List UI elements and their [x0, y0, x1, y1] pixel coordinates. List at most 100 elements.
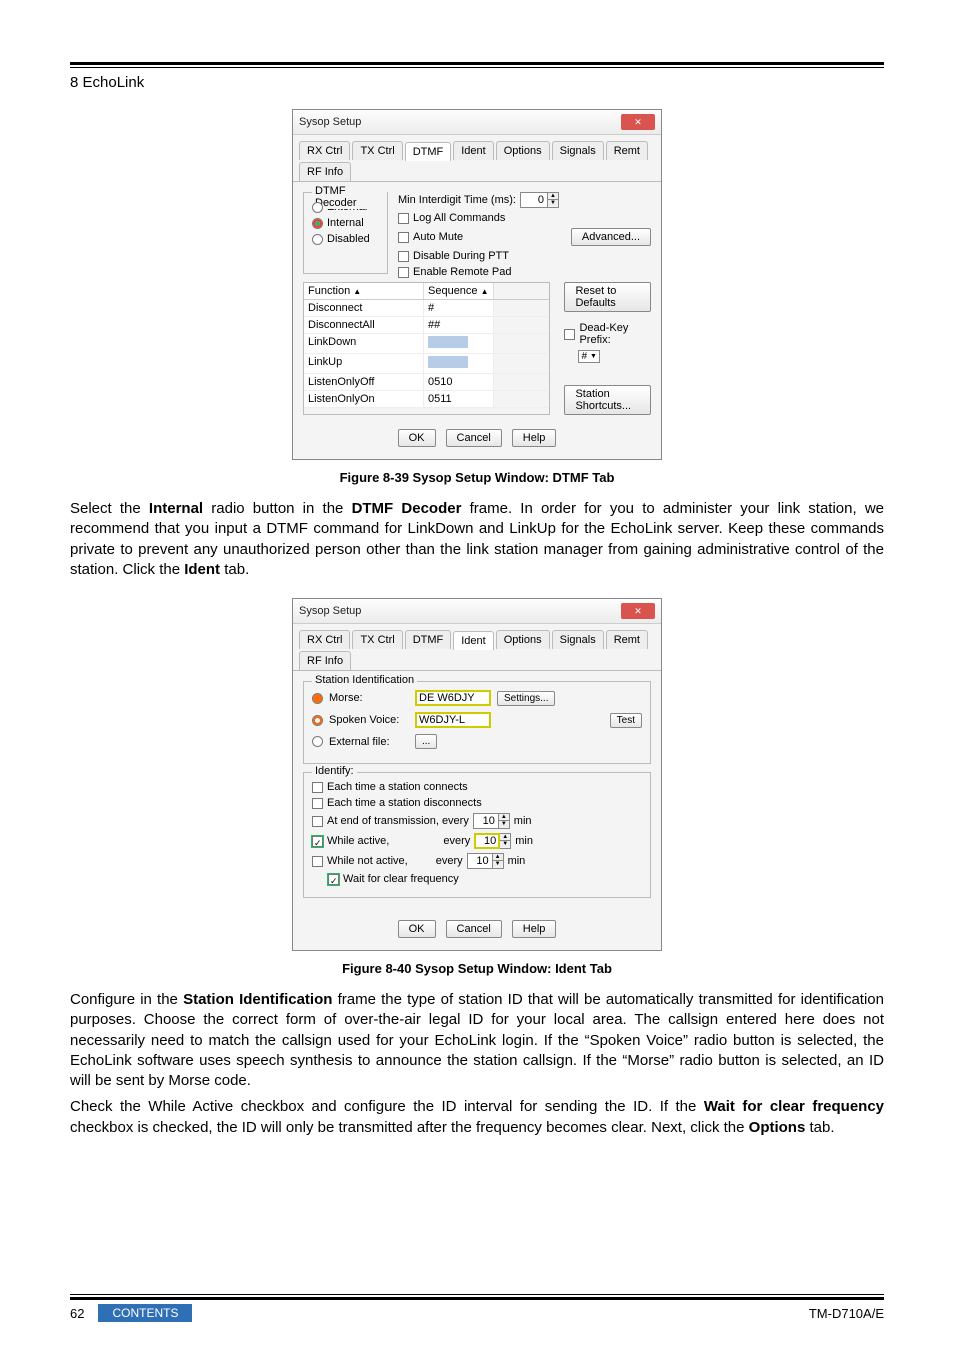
- spoken-label: Spoken Voice:: [329, 714, 409, 726]
- tab-rxctrl[interactable]: RX Ctrl: [299, 141, 350, 160]
- auto-mute-label: Auto Mute: [413, 231, 463, 243]
- check-enable-pad[interactable]: [398, 267, 409, 278]
- page-number: 62: [70, 1306, 84, 1321]
- every-label: every: [436, 855, 463, 867]
- table-row[interactable]: LinkUp: [304, 354, 424, 373]
- tab-dtmf[interactable]: DTMF: [405, 630, 452, 649]
- close-icon[interactable]: ✕: [621, 114, 655, 130]
- at-end-label: At end of transmission, every: [327, 815, 469, 827]
- contents-link[interactable]: CONTENTS: [98, 1304, 192, 1322]
- morse-input[interactable]: DE W6DJY: [415, 690, 491, 706]
- sysop-setup-dialog-dtmf: Sysop Setup ✕ RX Ctrl TX Ctrl DTMF Ident…: [292, 109, 662, 460]
- help-button[interactable]: Help: [512, 920, 557, 938]
- check-log-all[interactable]: [398, 213, 409, 224]
- external-file-label: External file:: [329, 736, 409, 748]
- tab-ident[interactable]: Ident: [453, 631, 493, 650]
- tab-rxctrl[interactable]: RX Ctrl: [299, 630, 350, 649]
- disable-ptt-label: Disable During PTT: [413, 250, 509, 262]
- table-row[interactable]: LinkDown: [304, 334, 424, 353]
- test-button[interactable]: Test: [610, 713, 642, 728]
- tab-signals[interactable]: Signals: [552, 630, 604, 649]
- check-while-active[interactable]: [312, 836, 323, 847]
- check-while-not-active[interactable]: [312, 856, 323, 867]
- tabs-row-2: RX Ctrl TX Ctrl DTMF Ident Options Signa…: [293, 624, 661, 671]
- min-label: min: [508, 855, 526, 867]
- check-deadkey[interactable]: [564, 329, 575, 340]
- while-not-active-label: While not active,: [327, 855, 408, 867]
- station-shortcuts-button[interactable]: Station Shortcuts...: [564, 385, 651, 415]
- tab-options[interactable]: Options: [496, 141, 550, 160]
- dtmf-function-table[interactable]: Function ▲ Sequence ▲ Disconnect# Discon…: [303, 282, 550, 415]
- check-disable-ptt[interactable]: [398, 251, 409, 262]
- dtmf-decoder-frame-label: DTMF Decoder: [312, 185, 387, 209]
- ok-button[interactable]: OK: [398, 429, 436, 447]
- close-icon[interactable]: ✕: [621, 603, 655, 619]
- while-not-spinner[interactable]: 10: [467, 853, 493, 869]
- advanced-button[interactable]: Advanced...: [571, 228, 651, 246]
- spinner-arrows-icon[interactable]: ▲▼: [493, 853, 504, 869]
- dialog-title-2: Sysop Setup: [299, 605, 361, 617]
- deadkey-label: Dead-Key Prefix:: [579, 322, 651, 346]
- settings-button[interactable]: Settings...: [497, 691, 555, 706]
- section-heading: 8 EchoLink: [70, 74, 884, 91]
- check-auto-mute[interactable]: [398, 232, 409, 243]
- paragraph-3: Check the While Active checkbox and conf…: [70, 1097, 884, 1138]
- tab-rfinfo[interactable]: RF Info: [299, 651, 351, 670]
- check-at-end[interactable]: [312, 816, 323, 827]
- wait-label: Wait for clear frequency: [343, 873, 459, 885]
- deadkey-select[interactable]: #▼: [578, 350, 600, 363]
- col-function[interactable]: Function ▲: [304, 283, 424, 299]
- min-interdigit-label: Min Interdigit Time (ms):: [398, 194, 516, 206]
- help-button[interactable]: Help: [512, 429, 557, 447]
- tab-signals[interactable]: Signals: [552, 141, 604, 160]
- tabs-row: RX Ctrl TX Ctrl DTMF Ident Options Signa…: [293, 135, 661, 182]
- tab-ident[interactable]: Ident: [453, 141, 493, 160]
- paragraph-1: Select the Internal radio button in the …: [70, 499, 884, 580]
- cancel-button[interactable]: Cancel: [446, 429, 502, 447]
- reset-defaults-button[interactable]: Reset to Defaults: [564, 282, 651, 312]
- table-row[interactable]: DisconnectAll: [304, 317, 424, 333]
- radio-internal[interactable]: [312, 218, 323, 229]
- browse-button[interactable]: ...: [415, 734, 437, 749]
- check-each-connects[interactable]: [312, 782, 323, 793]
- tab-dtmf[interactable]: DTMF: [405, 142, 452, 161]
- tab-rfinfo[interactable]: RF Info: [299, 162, 351, 181]
- dialog-title: Sysop Setup: [299, 116, 361, 128]
- col-sequence[interactable]: Sequence ▲: [424, 283, 494, 299]
- while-active-label: While active,: [327, 835, 389, 847]
- min-interdigit-value[interactable]: 0: [520, 192, 548, 208]
- log-all-label: Log All Commands: [413, 212, 505, 224]
- spinner-arrows-icon[interactable]: ▲▼: [499, 813, 510, 829]
- min-label: min: [515, 835, 533, 847]
- radio-spoken[interactable]: [312, 715, 323, 726]
- each-disconnects-label: Each time a station disconnects: [327, 797, 482, 809]
- tab-txctrl[interactable]: TX Ctrl: [352, 630, 402, 649]
- check-wait-clear-freq[interactable]: [328, 874, 339, 885]
- at-end-spinner[interactable]: 10: [473, 813, 499, 829]
- while-active-spinner[interactable]: 10: [474, 833, 500, 849]
- spinner-arrows-icon[interactable]: ▲▼: [548, 192, 559, 208]
- radio-external-file[interactable]: [312, 736, 323, 747]
- tab-remt[interactable]: Remt: [606, 141, 648, 160]
- table-row[interactable]: ListenOnlyOff: [304, 374, 424, 390]
- tab-remt[interactable]: Remt: [606, 630, 648, 649]
- spoken-input[interactable]: W6DJY-L: [415, 712, 491, 728]
- table-row[interactable]: Disconnect: [304, 300, 424, 316]
- radio-external[interactable]: [312, 202, 323, 213]
- check-each-disconnects[interactable]: [312, 798, 323, 809]
- ok-button[interactable]: OK: [398, 920, 436, 938]
- enable-pad-label: Enable Remote Pad: [413, 266, 511, 278]
- tab-options[interactable]: Options: [496, 630, 550, 649]
- cancel-button[interactable]: Cancel: [446, 920, 502, 938]
- spinner-arrows-icon[interactable]: ▲▼: [500, 833, 511, 849]
- each-connects-label: Each time a station connects: [327, 781, 468, 793]
- paragraph-2: Configure in the Station Identification …: [70, 990, 884, 1091]
- sysop-setup-dialog-ident: Sysop Setup ✕ RX Ctrl TX Ctrl DTMF Ident…: [292, 598, 662, 951]
- radio-disabled[interactable]: [312, 234, 323, 245]
- min-label: min: [514, 815, 532, 827]
- radio-morse[interactable]: [312, 693, 323, 704]
- tab-txctrl[interactable]: TX Ctrl: [352, 141, 402, 160]
- radio-internal-label: Internal: [327, 217, 364, 229]
- table-row[interactable]: ListenOnlyOn: [304, 391, 424, 407]
- morse-label: Morse:: [329, 692, 409, 704]
